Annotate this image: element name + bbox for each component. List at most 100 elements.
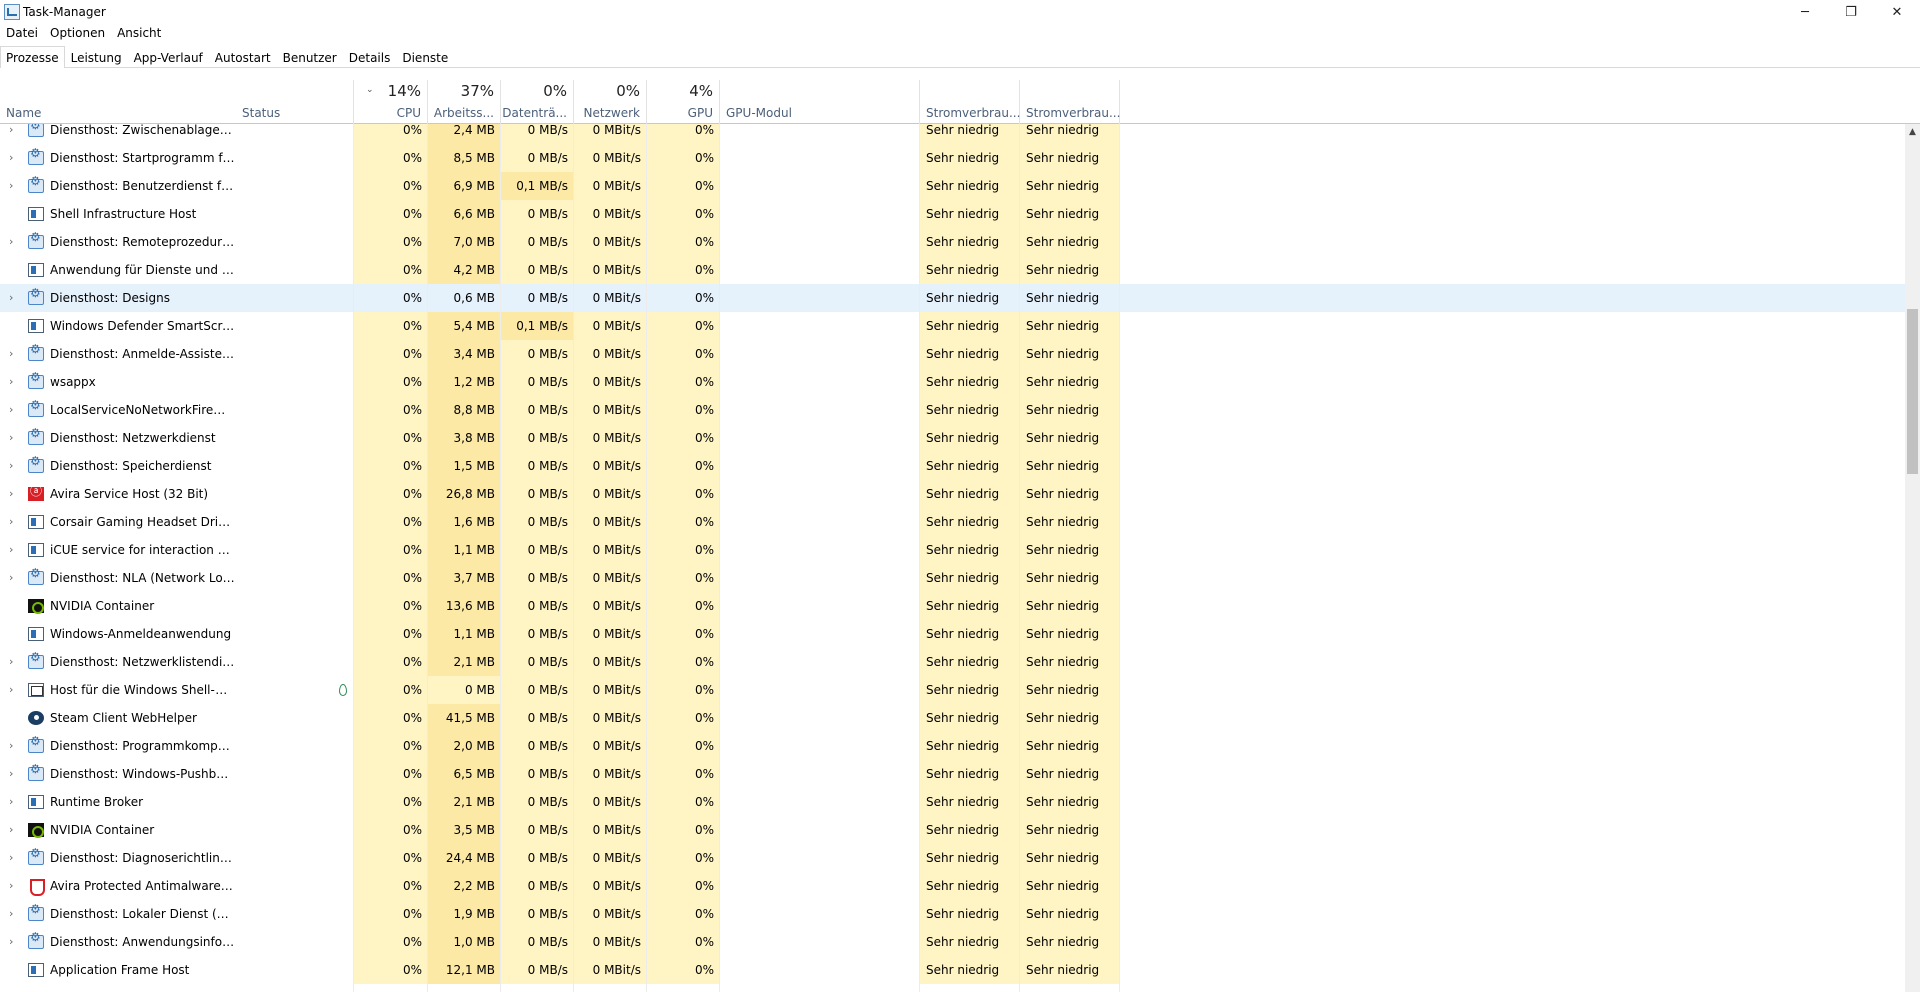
process-row[interactable]: ›Diensthost: Lokaler Dienst (Netz...0%1,… xyxy=(0,900,1905,928)
menu-datei[interactable]: Datei xyxy=(0,26,44,40)
restore-button[interactable]: ❐ xyxy=(1828,0,1874,24)
process-name: Diensthost: Remoteprozeduraufr... xyxy=(50,235,235,249)
process-row[interactable]: ›Diensthost: NLA (Network Locat...0%3,7 … xyxy=(0,564,1905,592)
process-row[interactable]: Anwendung für Dienste und Co... 0% 4,2 MB 0… xyxy=(0,256,1905,284)
gear-icon xyxy=(28,370,44,389)
tab-prozesse[interactable]: Prozesse xyxy=(0,46,65,68)
expand-chevron-icon[interactable]: › xyxy=(9,396,19,424)
scroll-thumb[interactable] xyxy=(1907,309,1918,474)
expand-chevron-icon[interactable]: › xyxy=(9,900,19,928)
process-row[interactable]: Steam Client WebHelper 0% 41,5 MB 0 MB/s 0 M… xyxy=(0,704,1905,732)
expand-chevron-icon[interactable]: › xyxy=(9,124,19,144)
cpu-cell: 0% xyxy=(354,200,428,228)
expand-chevron-icon[interactable]: › xyxy=(9,788,19,816)
process-row[interactable]: › Host für die Windows Shell-Obe... 0% 0 MB… xyxy=(0,676,1905,704)
network-cell: 0 MBit/s xyxy=(574,760,647,788)
expand-chevron-icon[interactable]: › xyxy=(9,424,19,452)
process-row[interactable]: ›Diensthost: Designs0%0,6 MB0 MB/s0 MBit… xyxy=(0,284,1905,312)
header-gpu-engine[interactable]: GPU-Modul xyxy=(720,80,920,124)
process-row[interactable]: Windows-Anmeldeanwendung 0% 1,1 MB 0 MB/s 0 … xyxy=(0,620,1905,648)
expand-chevron-icon[interactable]: › xyxy=(9,452,19,480)
expand-chevron-icon[interactable]: › xyxy=(9,480,19,508)
menu-ansicht[interactable]: Ansicht xyxy=(111,26,167,40)
power-cell: Sehr niedrig xyxy=(920,172,1020,200)
process-row[interactable]: ›Diensthost: Anwendungsinform...0%1,0 MB… xyxy=(0,928,1905,956)
header-power[interactable]: Stromverbrau... xyxy=(920,80,1020,124)
power-trend-cell: Sehr niedrig xyxy=(1020,368,1120,396)
process-row[interactable]: ›Diensthost: Programmkompati...0%2,0 MB0… xyxy=(0,732,1905,760)
process-row[interactable]: ›Diensthost: Benutzerdienst für d...0%6,… xyxy=(0,172,1905,200)
menu-optionen[interactable]: Optionen xyxy=(44,26,111,40)
cpu-cell: 0% xyxy=(354,124,428,144)
expand-chevron-icon[interactable]: › xyxy=(9,872,19,900)
disk-cell: 0 MB/s xyxy=(501,732,574,760)
disk-cell: 0 MB/s xyxy=(501,228,574,256)
process-row[interactable]: ›Diensthost: Windows-Pushbena...0%6,5 MB… xyxy=(0,760,1905,788)
vertical-scrollbar[interactable]: ▲ xyxy=(1905,124,1920,992)
tab-benutzer[interactable]: Benutzer xyxy=(277,47,343,67)
header-memory[interactable]: 37% Arbeitss... xyxy=(428,80,501,124)
power-cell: Sehr niedrig xyxy=(920,676,1020,704)
expand-chevron-icon[interactable]: › xyxy=(9,144,19,172)
tab-details[interactable]: Details xyxy=(343,47,397,67)
expand-chevron-icon[interactable]: › xyxy=(9,676,19,704)
process-row[interactable]: NVIDIA Container 0% 13,6 MB 0 MB/s 0 MBit/s 0… xyxy=(0,592,1905,620)
expand-chevron-icon[interactable]: › xyxy=(9,928,19,956)
process-row[interactable]: ›Diensthost: Netzwerkdienst0%3,8 MB0 MB/… xyxy=(0,424,1905,452)
expand-chevron-icon[interactable]: › xyxy=(9,172,19,200)
header-network[interactable]: 0% Netzwerk xyxy=(574,80,647,124)
expand-chevron-icon[interactable]: › xyxy=(9,228,19,256)
process-row[interactable]: ›Diensthost: Netzwerklistendienst0%2,1 M… xyxy=(0,648,1905,676)
tab-autostart[interactable]: Autostart xyxy=(209,47,277,67)
network-cell: 0 MBit/s xyxy=(574,228,647,256)
process-row[interactable]: Shell Infrastructure Host 0% 6,6 MB 0 MB/s 0… xyxy=(0,200,1905,228)
expand-chevron-icon[interactable]: › xyxy=(9,732,19,760)
power-cell: Sehr niedrig xyxy=(920,928,1020,956)
process-row[interactable]: › iCUE service for interaction with... 0% 1… xyxy=(0,536,1905,564)
process-row[interactable]: ›Diensthost: Zwischenablage-Be...0%2,4 M… xyxy=(0,124,1905,144)
network-cell: 0 MBit/s xyxy=(574,620,647,648)
process-row[interactable]: ›LocalServiceNoNetworkFirewall ...0%8,8 … xyxy=(0,396,1905,424)
process-row[interactable]: ›Diensthost: Speicherdienst0%1,5 MB0 MB/… xyxy=(0,452,1905,480)
process-row[interactable]: ›Diensthost: Startprogramm für ...0%8,5 … xyxy=(0,144,1905,172)
process-row[interactable]: Application Frame Host 0% 12,1 MB 0 MB/s 0 M… xyxy=(0,956,1905,984)
header-gpu[interactable]: 4% GPU xyxy=(647,80,720,124)
process-row[interactable]: › Avira Protected Antimalware Se... 0% 2,2 … xyxy=(0,872,1905,900)
expand-chevron-icon[interactable]: › xyxy=(9,816,19,844)
cpu-cell: 0% xyxy=(354,592,428,620)
scroll-up-icon[interactable]: ▲ xyxy=(1905,124,1920,140)
header-disk[interactable]: 0% Datenträ... xyxy=(501,80,574,124)
process-row[interactable]: › Runtime Broker 0% 2,1 MB 0 MB/s 0 MBit/s 0% S… xyxy=(0,788,1905,816)
disk-cell: 0,1 MB/s xyxy=(501,312,574,340)
close-button[interactable]: ✕ xyxy=(1874,0,1920,24)
process-row[interactable]: Windows Defender SmartScreen 0% 5,4 MB 0,1 … xyxy=(0,312,1905,340)
header-name[interactable]: Name xyxy=(0,80,236,124)
window-icon xyxy=(28,795,44,809)
process-name: Shell Infrastructure Host xyxy=(50,207,197,221)
process-row[interactable]: ›Diensthost: Anmelde-Assistent f...0%3,4… xyxy=(0,340,1905,368)
expand-chevron-icon[interactable]: › xyxy=(9,648,19,676)
minimize-button[interactable]: ─ xyxy=(1782,0,1828,24)
disk-cell: 0 MB/s xyxy=(501,284,574,312)
expand-chevron-icon[interactable]: › xyxy=(9,508,19,536)
process-name: Steam Client WebHelper xyxy=(50,711,197,725)
header-status[interactable]: Status xyxy=(236,80,354,124)
expand-chevron-icon[interactable]: › xyxy=(9,284,19,312)
tab-dienste[interactable]: Dienste xyxy=(396,47,454,67)
process-row[interactable]: ›Diensthost: Remoteprozeduraufr...0%7,0 … xyxy=(0,228,1905,256)
header-cpu[interactable]: ⌄ 14% CPU xyxy=(354,80,428,124)
process-row[interactable]: › Corsair Gaming Headset Drivers 0% 1,6 MB 0… xyxy=(0,508,1905,536)
process-row[interactable]: ›Diensthost: Diagnoserichtlinien...0%24,… xyxy=(0,844,1905,872)
header-power-trend[interactable]: Stromverbrau... xyxy=(1020,80,1120,124)
process-row[interactable]: ›Avira Service Host (32 Bit)0%26,8 MB0 M… xyxy=(0,480,1905,508)
expand-chevron-icon[interactable]: › xyxy=(9,760,19,788)
process-row[interactable]: › NVIDIA Container 0% 3,5 MB 0 MB/s 0 MBit/s 0… xyxy=(0,816,1905,844)
expand-chevron-icon[interactable]: › xyxy=(9,536,19,564)
tab-leistung[interactable]: Leistung xyxy=(65,47,128,67)
expand-chevron-icon[interactable]: › xyxy=(9,340,19,368)
tab-app-verlauf[interactable]: App-Verlauf xyxy=(128,47,209,67)
process-row[interactable]: ›wsappx0%1,2 MB0 MB/s0 MBit/s0%Sehr nied… xyxy=(0,368,1905,396)
expand-chevron-icon[interactable]: › xyxy=(9,844,19,872)
expand-chevron-icon[interactable]: › xyxy=(9,368,19,396)
expand-chevron-icon[interactable]: › xyxy=(9,564,19,592)
